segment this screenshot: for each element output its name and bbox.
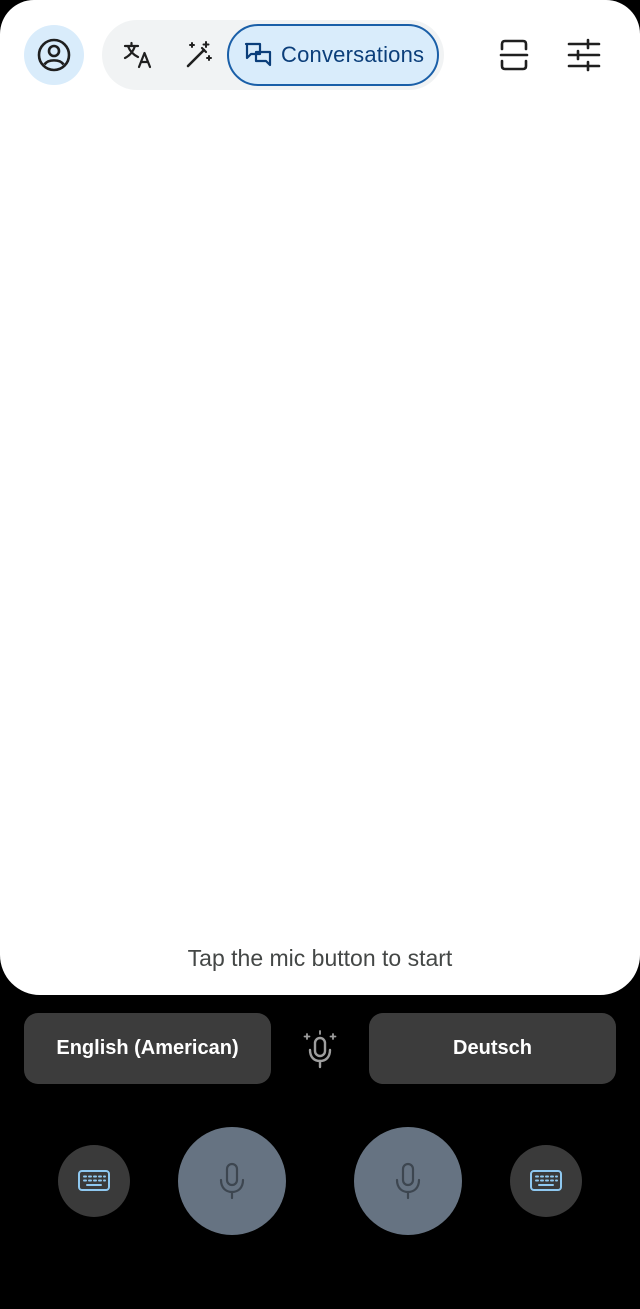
keyboard-icon bbox=[78, 1170, 110, 1191]
mic-icon bbox=[219, 1162, 245, 1200]
left-keyboard-button[interactable] bbox=[58, 1145, 130, 1217]
start-hint: Tap the mic button to start bbox=[187, 945, 453, 971]
conversation-icon bbox=[244, 42, 272, 67]
profile-button[interactable] bbox=[24, 25, 84, 85]
auto-mic-icon bbox=[303, 1030, 337, 1069]
settings-button[interactable] bbox=[564, 35, 604, 75]
scan-button[interactable] bbox=[494, 35, 534, 75]
conversations-label: Conversations bbox=[281, 42, 425, 67]
left-mic-button[interactable] bbox=[178, 1127, 286, 1235]
conversations-mode-button[interactable]: Conversations bbox=[227, 24, 439, 86]
auto-mic-button[interactable] bbox=[300, 1028, 340, 1072]
keyboard-icon bbox=[530, 1170, 562, 1191]
translate-mode-button[interactable] bbox=[118, 35, 158, 75]
scan-frame-icon bbox=[499, 39, 529, 71]
mode-selector: Conversations bbox=[102, 20, 444, 90]
right-mic-button[interactable] bbox=[354, 1127, 462, 1235]
magic-mode-button[interactable] bbox=[178, 35, 218, 75]
conversation-panel: Conversations Tap the mic button to star… bbox=[0, 0, 640, 995]
right-keyboard-button[interactable] bbox=[510, 1145, 582, 1217]
target-language-button[interactable]: Deutsch bbox=[369, 1013, 616, 1084]
translate-icon bbox=[123, 41, 152, 69]
magic-wand-icon bbox=[186, 41, 212, 68]
account-circle-icon bbox=[37, 38, 71, 72]
source-language-button[interactable]: English (American) bbox=[24, 1013, 271, 1084]
mic-icon bbox=[395, 1162, 421, 1200]
sliders-icon bbox=[567, 38, 601, 72]
